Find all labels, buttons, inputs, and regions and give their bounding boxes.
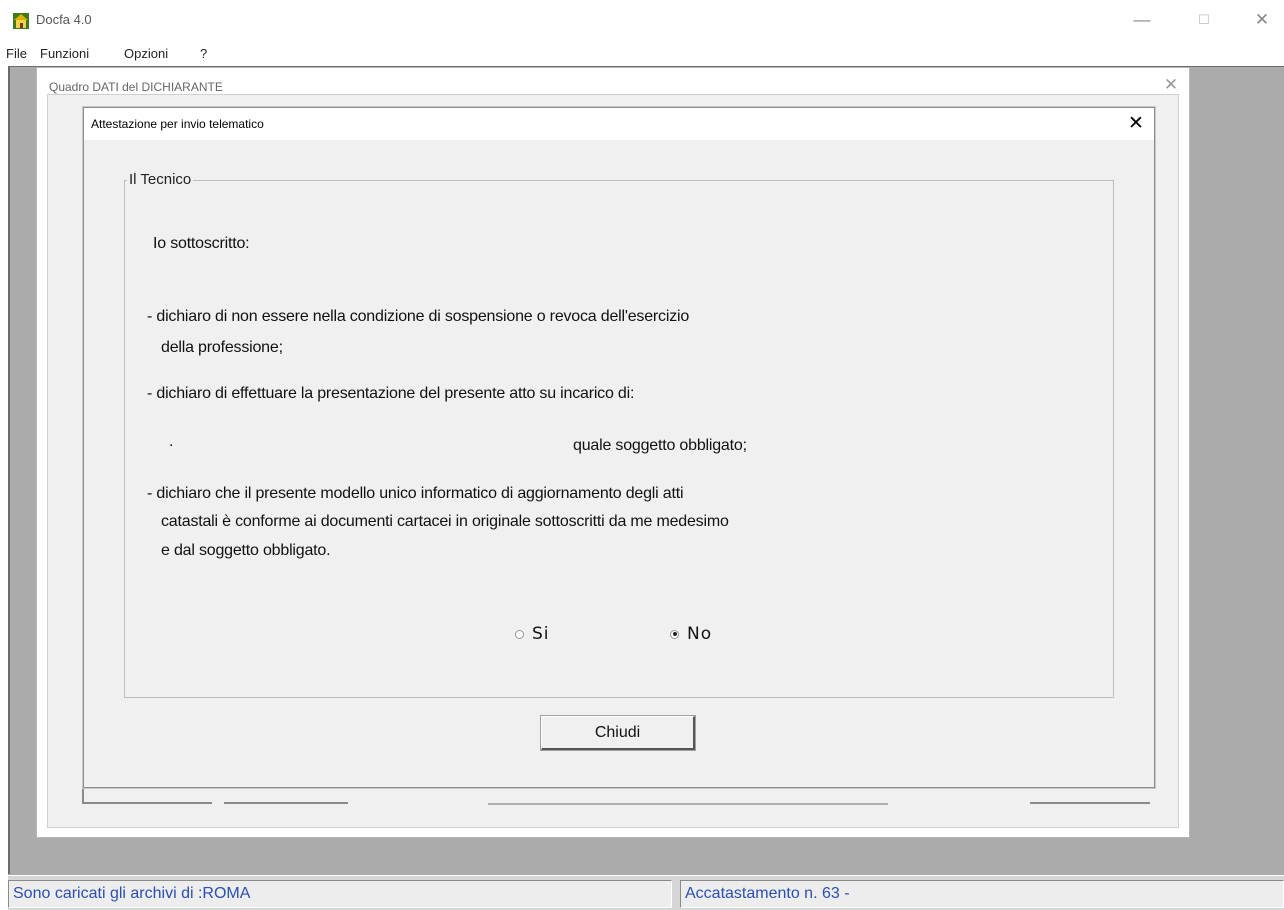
mdi-left-edge bbox=[8, 66, 10, 874]
minimize-button[interactable]: — bbox=[1128, 8, 1156, 32]
app-title: Docfa 4.0 bbox=[36, 12, 92, 27]
radio-si-label: Si bbox=[532, 624, 550, 644]
dialog-titlebar: Attestazione per invio telematico ✕ bbox=[84, 108, 1154, 140]
radio-no[interactable]: No bbox=[670, 624, 712, 644]
soggetto-obbligato-text: quale soggetto obbligato; bbox=[573, 437, 747, 454]
hidden-frame-segment bbox=[224, 802, 348, 804]
status-accatastamento: Accatastamento n. 63 - bbox=[680, 880, 1284, 908]
attestazione-dialog: Attestazione per invio telematico ✕ Il T… bbox=[83, 107, 1155, 788]
intro-text: Io sottoscritto: bbox=[153, 235, 250, 252]
declaration-2: - dichiaro di effettuare la presentazion… bbox=[147, 385, 635, 402]
radio-si[interactable]: Si bbox=[515, 624, 550, 644]
menu-funzioni[interactable]: Funzioni bbox=[40, 46, 89, 61]
chiudi-button[interactable]: Chiudi bbox=[540, 715, 696, 751]
menu-file[interactable]: File bbox=[6, 46, 27, 61]
hidden-frame-segment bbox=[1030, 802, 1150, 804]
radio-no-label: No bbox=[687, 624, 713, 644]
maximize-button[interactable]: ☐ bbox=[1190, 8, 1218, 32]
radio-no-indicator[interactable] bbox=[670, 629, 679, 639]
dialog-close-icon[interactable]: ✕ bbox=[1124, 113, 1148, 135]
declaration-1-line-1: - dichiaro di non essere nella condizion… bbox=[147, 308, 690, 325]
declaration-3-line-2: catastali è conforme ai documenti cartac… bbox=[161, 513, 729, 530]
child-close-icon[interactable]: ✕ bbox=[1159, 74, 1183, 96]
close-button-window[interactable]: ✕ bbox=[1248, 8, 1276, 32]
status-bar: Sono caricati gli archivi di :ROMA Accat… bbox=[8, 876, 1284, 910]
declaration-3-line-3: e dal soggetto obbligato. bbox=[161, 542, 331, 559]
group-title: Il Tecnico bbox=[127, 171, 194, 188]
menu-help[interactable]: ? bbox=[200, 46, 207, 61]
menu-bar: File Funzioni Opzioni ? bbox=[0, 42, 1284, 64]
app-titlebar: Docfa 4.0 — ☐ ✕ bbox=[0, 0, 1284, 40]
menu-opzioni[interactable]: Opzioni bbox=[124, 46, 168, 61]
dialog-title: Attestazione per invio telematico bbox=[91, 117, 264, 131]
blank-marker: . bbox=[169, 433, 174, 450]
radio-si-indicator[interactable] bbox=[515, 629, 524, 639]
declaration-3-line-1: - dichiaro che il presente modello unico… bbox=[147, 485, 684, 502]
status-archivi: Sono caricati gli archivi di :ROMA bbox=[8, 880, 672, 908]
hidden-frame-segment bbox=[82, 802, 212, 804]
child-window-title: Quadro DATI del DICHIARANTE bbox=[49, 80, 223, 94]
house-icon bbox=[13, 13, 29, 29]
group-il-tecnico: Il Tecnico Io sottoscritto: - dichiaro d… bbox=[124, 171, 1114, 698]
declaration-1-line-2: della professione; bbox=[161, 339, 283, 356]
hidden-frame-segment bbox=[488, 803, 888, 805]
